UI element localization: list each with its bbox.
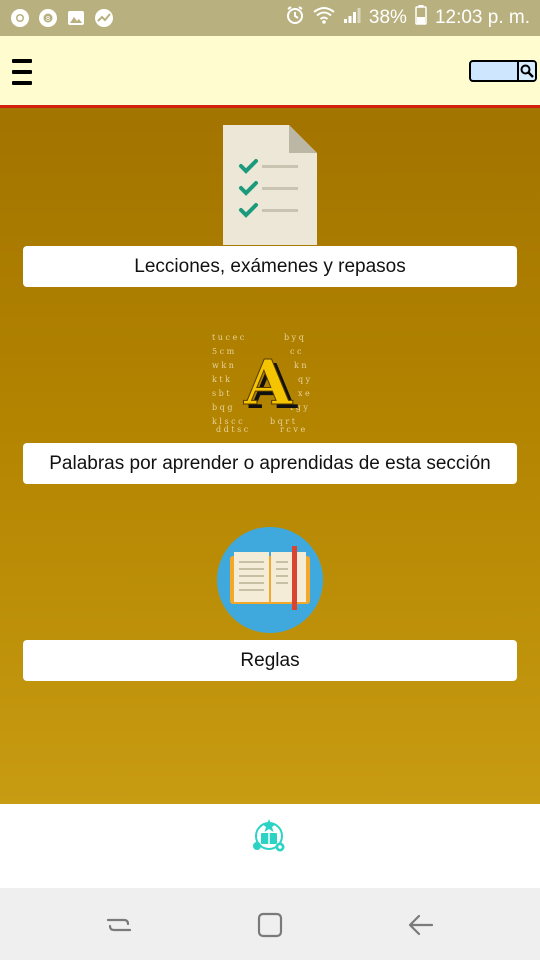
- learning-settings-icon[interactable]: [250, 816, 288, 854]
- app-bar: [0, 36, 540, 108]
- status-bar: 8 38% 12:03 p. m.: [0, 0, 540, 36]
- wifi-icon: [313, 6, 335, 30]
- svg-text:t u c e c: t u c e c: [212, 333, 245, 342]
- svg-text:d d t s c: d d t s c: [216, 425, 249, 434]
- svg-text:k t k: k t k: [212, 375, 230, 384]
- lessons-exams-button[interactable]: Lecciones, exámenes y repasos: [23, 246, 517, 287]
- notification-icons: 8: [10, 8, 114, 28]
- search-box: [469, 60, 537, 82]
- svg-text:5 c m: 5 c m: [212, 347, 235, 356]
- clock: 12:03 p. m.: [434, 7, 530, 28]
- home-icon[interactable]: [255, 910, 285, 940]
- search-input[interactable]: [471, 62, 517, 80]
- battery-percent: 38%: [368, 7, 407, 28]
- chrome-icon: [10, 8, 30, 28]
- eight-ball-icon: 8: [38, 8, 58, 28]
- svg-text:q y: q y: [298, 375, 311, 384]
- search-icon: [520, 64, 534, 78]
- svg-text:8: 8: [46, 15, 50, 23]
- svg-text:b y q: b y q: [284, 333, 304, 342]
- bottom-bar: [0, 804, 540, 888]
- signal-icon: [343, 6, 361, 30]
- rules-button[interactable]: Reglas: [23, 640, 517, 681]
- navigation-bar: [0, 888, 540, 960]
- svg-text:s b t: s b t: [212, 389, 230, 398]
- back-icon[interactable]: [406, 910, 436, 940]
- svg-text:x e: x e: [298, 389, 310, 398]
- main-menu: Lecciones, exámenes y repasos t u c e c b…: [0, 108, 540, 804]
- words-to-learn-button[interactable]: Palabras por aprender o aprendidas de es…: [23, 443, 517, 484]
- system-status: 38% 12:03 p. m.: [285, 5, 530, 31]
- search-button[interactable]: [517, 62, 535, 80]
- svg-text:b q g: b q g: [212, 403, 232, 412]
- checklist-document-icon: [223, 125, 317, 245]
- battery-icon: [415, 5, 427, 31]
- svg-text:w k n: w k n: [212, 361, 234, 370]
- letter-a-icon: t u c e cb y q 5 c mc c w k nk n k t kq …: [212, 333, 311, 434]
- gallery-icon: [66, 8, 86, 28]
- alarm-icon: [285, 5, 305, 31]
- analytics-icon: [94, 8, 114, 28]
- hamburger-icon[interactable]: [12, 59, 32, 85]
- svg-text:A: A: [243, 346, 293, 419]
- svg-text:r c v e: r c v e: [280, 425, 305, 434]
- recent-apps-icon[interactable]: [104, 910, 134, 940]
- open-book-icon: [217, 527, 323, 633]
